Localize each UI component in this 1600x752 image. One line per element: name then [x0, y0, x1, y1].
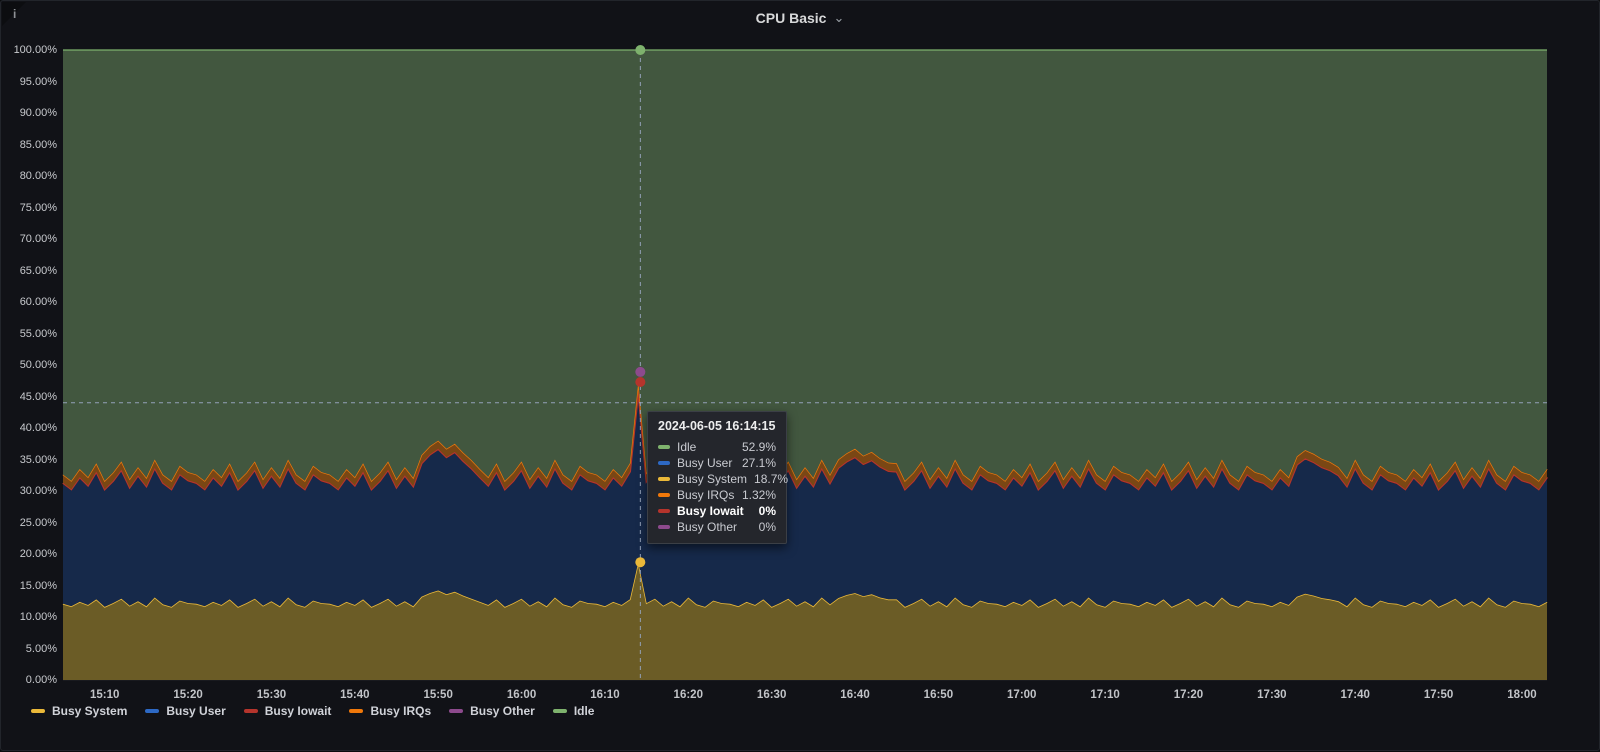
- y-tick-label: 80.00%: [19, 170, 57, 182]
- x-tick-label: 15:30: [256, 689, 287, 701]
- x-tick-label: 15:40: [340, 689, 370, 701]
- legend: Busy System Busy User Busy Iowait Busy IRQs…: [31, 704, 594, 718]
- y-tick-label: 70.00%: [19, 233, 57, 245]
- tooltip-row-busy-system: Busy System 18.7%: [658, 471, 788, 487]
- y-tick-label: 30.00%: [19, 485, 57, 497]
- tooltip-series-value: 52.9%: [741, 440, 776, 454]
- x-tick-label: 17:00: [1007, 689, 1037, 701]
- tooltip-swatch: [658, 461, 670, 465]
- hover-dot-busy-other: [635, 366, 646, 377]
- legend-label: Busy Iowait: [264, 704, 332, 718]
- y-tick-label: 15.00%: [19, 579, 57, 592]
- tooltip-swatch: [658, 477, 670, 481]
- y-tick-label: 40.00%: [19, 422, 57, 434]
- tooltip-swatch: [658, 525, 670, 529]
- x-tick-label: 17:30: [1257, 689, 1287, 701]
- tooltip-row-busy-other: Busy Other 0%: [658, 519, 776, 535]
- tooltip-row-busy-user: Busy User 27.1%: [658, 455, 776, 471]
- y-tick-label: 0.00%: [25, 674, 57, 686]
- y-tick-label: 35.00%: [19, 453, 57, 466]
- legend-item-busy-other[interactable]: Busy Other: [449, 704, 535, 718]
- legend-item-busy-iowait[interactable]: Busy Iowait: [243, 704, 332, 718]
- legend-swatch: [145, 709, 160, 713]
- tooltip-series-value: 1.32%: [741, 488, 776, 502]
- y-tick-label: 100.00%: [13, 44, 57, 56]
- tooltip: 2024-06-05 16:14:15 Idle 52.9% Busy User 27…: [647, 411, 788, 544]
- tooltip-series-value: 27.1%: [741, 456, 776, 470]
- legend-swatch: [349, 709, 364, 713]
- x-tick-label: 17:50: [1423, 689, 1454, 701]
- x-tick-label: 17:20: [1173, 689, 1204, 701]
- y-tick-label: 90.00%: [19, 107, 57, 119]
- tooltip-series-name: Busy Other: [677, 520, 738, 534]
- legend-label: Idle: [573, 704, 595, 718]
- x-tick-label: 15:20: [173, 689, 203, 701]
- cpu-basic-panel: i CPU Basic ⌄ 0.00% 5.00% 10.00% 15.00% 20.0…: [0, 0, 1600, 751]
- tooltip-swatch: [658, 445, 670, 449]
- y-tick-label: 55.00%: [19, 327, 57, 340]
- legend-item-busy-system[interactable]: Busy System: [31, 704, 127, 718]
- tooltip-series-name: Busy User: [677, 456, 733, 470]
- y-tick-label: 75.00%: [19, 201, 57, 214]
- legend-label: Busy Other: [470, 704, 535, 718]
- legend-item-idle[interactable]: Idle: [552, 704, 595, 718]
- y-tick-label: 65.00%: [19, 264, 57, 277]
- y-tick-label: 95.00%: [19, 75, 57, 88]
- tooltip-series-value: 18.7%: [754, 472, 789, 486]
- y-tick-label: 85.00%: [19, 138, 57, 151]
- legend-swatch: [243, 709, 258, 713]
- legend-swatch: [552, 709, 567, 713]
- legend-label: Busy IRQs: [370, 704, 432, 718]
- y-tick-label: 5.00%: [25, 642, 57, 655]
- x-tick-label: 15:50: [423, 689, 453, 701]
- tooltip-series-value: 0%: [758, 504, 776, 518]
- cpu-basic-chart[interactable]: [1, 1, 1600, 752]
- tooltip-row-idle: Idle 52.9%: [658, 439, 776, 455]
- y-tick-label: 20.00%: [19, 548, 57, 560]
- tooltip-row-busy-iowait: Busy Iowait 0%: [658, 503, 776, 519]
- hover-dot-busy-iowait: [635, 377, 646, 388]
- tooltip-swatch: [658, 509, 670, 513]
- legend-item-busy-irqs[interactable]: Busy IRQs: [349, 704, 431, 718]
- x-tick-label: 16:00: [506, 689, 537, 701]
- legend-label: Busy User: [166, 704, 226, 718]
- tooltip-series-name: Idle: [677, 440, 697, 454]
- x-tick-label: 18:00: [1507, 689, 1537, 701]
- x-tick-label: 16:40: [840, 689, 870, 701]
- area-idle: [63, 50, 1547, 481]
- x-tick-label: 15:10: [89, 689, 120, 701]
- y-tick-label: 10.00%: [19, 611, 57, 623]
- tooltip-series-name: Busy Iowait: [677, 504, 744, 518]
- y-tick-label: 45.00%: [19, 390, 57, 403]
- legend-label: Busy System: [52, 704, 128, 718]
- tooltip-series-name: Busy IRQs: [677, 488, 735, 502]
- x-tick-label: 17:10: [1090, 689, 1120, 701]
- legend-swatch: [449, 709, 464, 713]
- tooltip-swatch: [658, 493, 670, 497]
- legend-item-busy-user[interactable]: Busy User: [145, 704, 226, 718]
- tooltip-row-busy-irqs: Busy IRQs 1.32%: [658, 487, 776, 503]
- y-tick-label: 60.00%: [19, 296, 57, 308]
- tooltip-series-name: Busy System: [677, 472, 748, 486]
- x-tick-label: 16:50: [923, 689, 954, 701]
- x-tick-label: 16:30: [756, 689, 787, 701]
- x-tick-label: 17:40: [1340, 689, 1370, 701]
- legend-swatch: [31, 709, 45, 713]
- y-tick-label: 25.00%: [19, 516, 57, 529]
- tooltip-timestamp: 2024-06-05 16:14:15: [658, 419, 776, 433]
- tooltip-series-value: 0%: [758, 520, 776, 534]
- x-tick-label: 16:20: [673, 689, 703, 701]
- y-tick-label: 50.00%: [19, 359, 57, 371]
- hover-dot-idle: [635, 45, 646, 55]
- panel-info-icon[interactable]: i: [13, 7, 16, 21]
- hover-dot-busy-system: [635, 557, 646, 568]
- x-tick-label: 16:10: [590, 689, 620, 701]
